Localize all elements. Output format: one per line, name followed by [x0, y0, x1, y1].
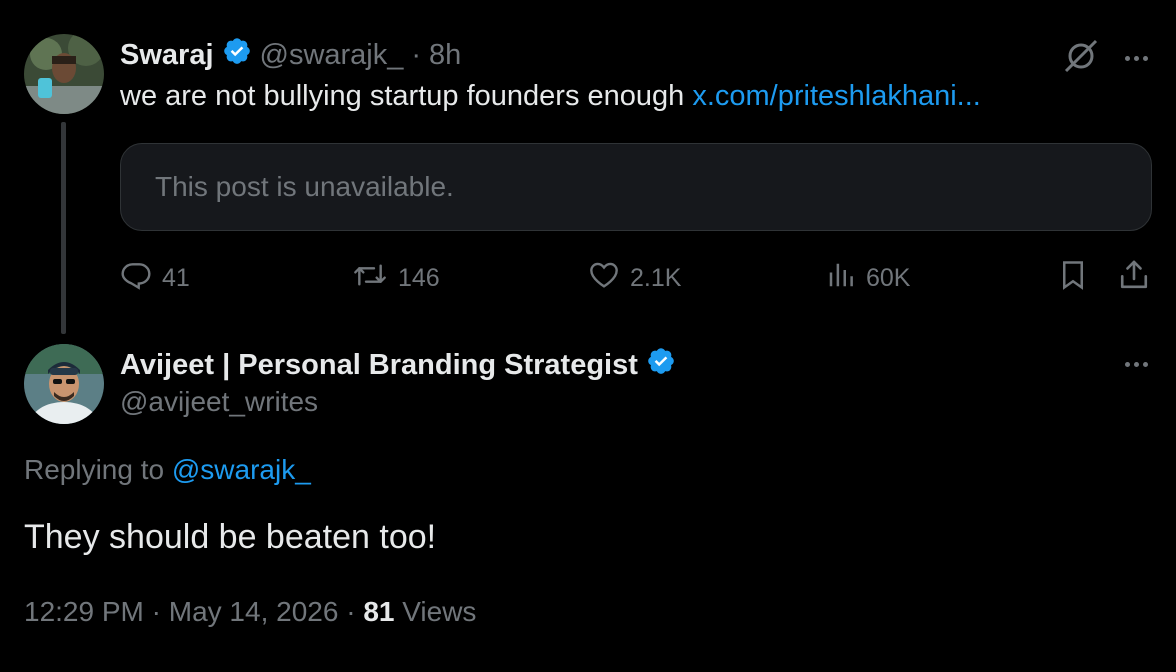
reply-views-label: Views	[402, 596, 477, 627]
author-name[interactable]: Swaraj	[120, 39, 214, 72]
share-button[interactable]	[1118, 258, 1150, 298]
header-separator: ·	[411, 38, 422, 71]
replying-to-prefix: Replying to	[24, 454, 165, 485]
meta-separator: ·	[346, 596, 356, 627]
share-icon	[1118, 258, 1150, 299]
post-time[interactable]: 8h	[429, 39, 461, 72]
reply-author-header: Avijeet | Personal Branding Strategist	[120, 344, 684, 386]
more-icon[interactable]	[1119, 39, 1154, 79]
post-text-body: we are not bullying startup founders eno…	[120, 80, 685, 112]
replying-to: Replying to @swarajk_	[24, 454, 311, 486]
quoted-post-card[interactable]: This post is unavailable.	[120, 143, 1152, 231]
reply-author-handle[interactable]: @avijeet_writes	[120, 386, 318, 418]
author-handle[interactable]: @swarajk_	[260, 39, 404, 72]
reply-button[interactable]: 41	[120, 258, 190, 298]
meta-separator: ·	[151, 596, 161, 627]
post-top-icons	[1061, 36, 1154, 81]
more-icon[interactable]	[1119, 344, 1154, 384]
avatar-swaraj[interactable]	[24, 34, 104, 114]
reply-views-count: 81	[363, 596, 395, 627]
reply-meta: 12:29 PM · May 14, 2026 · 81 Views	[24, 596, 476, 628]
thread-connector-line	[61, 122, 66, 334]
reply-more-container	[1119, 344, 1154, 384]
reply-time[interactable]: 12:29 PM	[24, 596, 144, 627]
views-button[interactable]: 60K	[826, 258, 910, 298]
reply-count: 41	[162, 263, 190, 292]
bookmark-button[interactable]	[1058, 258, 1088, 298]
reply-date[interactable]: May 14, 2026	[169, 596, 339, 627]
reply-text: They should be beaten too!	[24, 518, 437, 556]
post-link[interactable]: x.com/priteshlakhani...	[692, 80, 981, 112]
heart-icon	[588, 259, 620, 298]
repost-icon	[352, 259, 388, 298]
analytics-icon	[826, 259, 856, 298]
verified-badge-icon	[222, 36, 252, 74]
verified-badge-icon	[646, 346, 676, 384]
post-header: Swaraj @swarajk_ · 8h	[120, 34, 461, 76]
post-text: we are not bullying startup founders eno…	[120, 80, 981, 113]
avatar-avijeet[interactable]	[24, 344, 104, 424]
like-count: 2.1K	[630, 263, 682, 292]
replying-to-handle[interactable]: @swarajk_	[172, 454, 311, 485]
views-count: 60K	[866, 263, 911, 292]
quoted-post-unavailable-text: This post is unavailable.	[155, 171, 454, 202]
grok-icon[interactable]	[1061, 36, 1101, 81]
repost-count: 146	[398, 263, 440, 292]
like-button[interactable]: 2.1K	[588, 258, 681, 298]
tweet-thread: Swaraj @swarajk_ · 8h we are not bullyin…	[0, 0, 1176, 672]
repost-button[interactable]: 146	[352, 258, 440, 298]
reply-icon	[120, 259, 152, 298]
reply-author-name[interactable]: Avijeet | Personal Branding Strategist	[120, 349, 638, 382]
bookmark-icon	[1058, 258, 1088, 299]
